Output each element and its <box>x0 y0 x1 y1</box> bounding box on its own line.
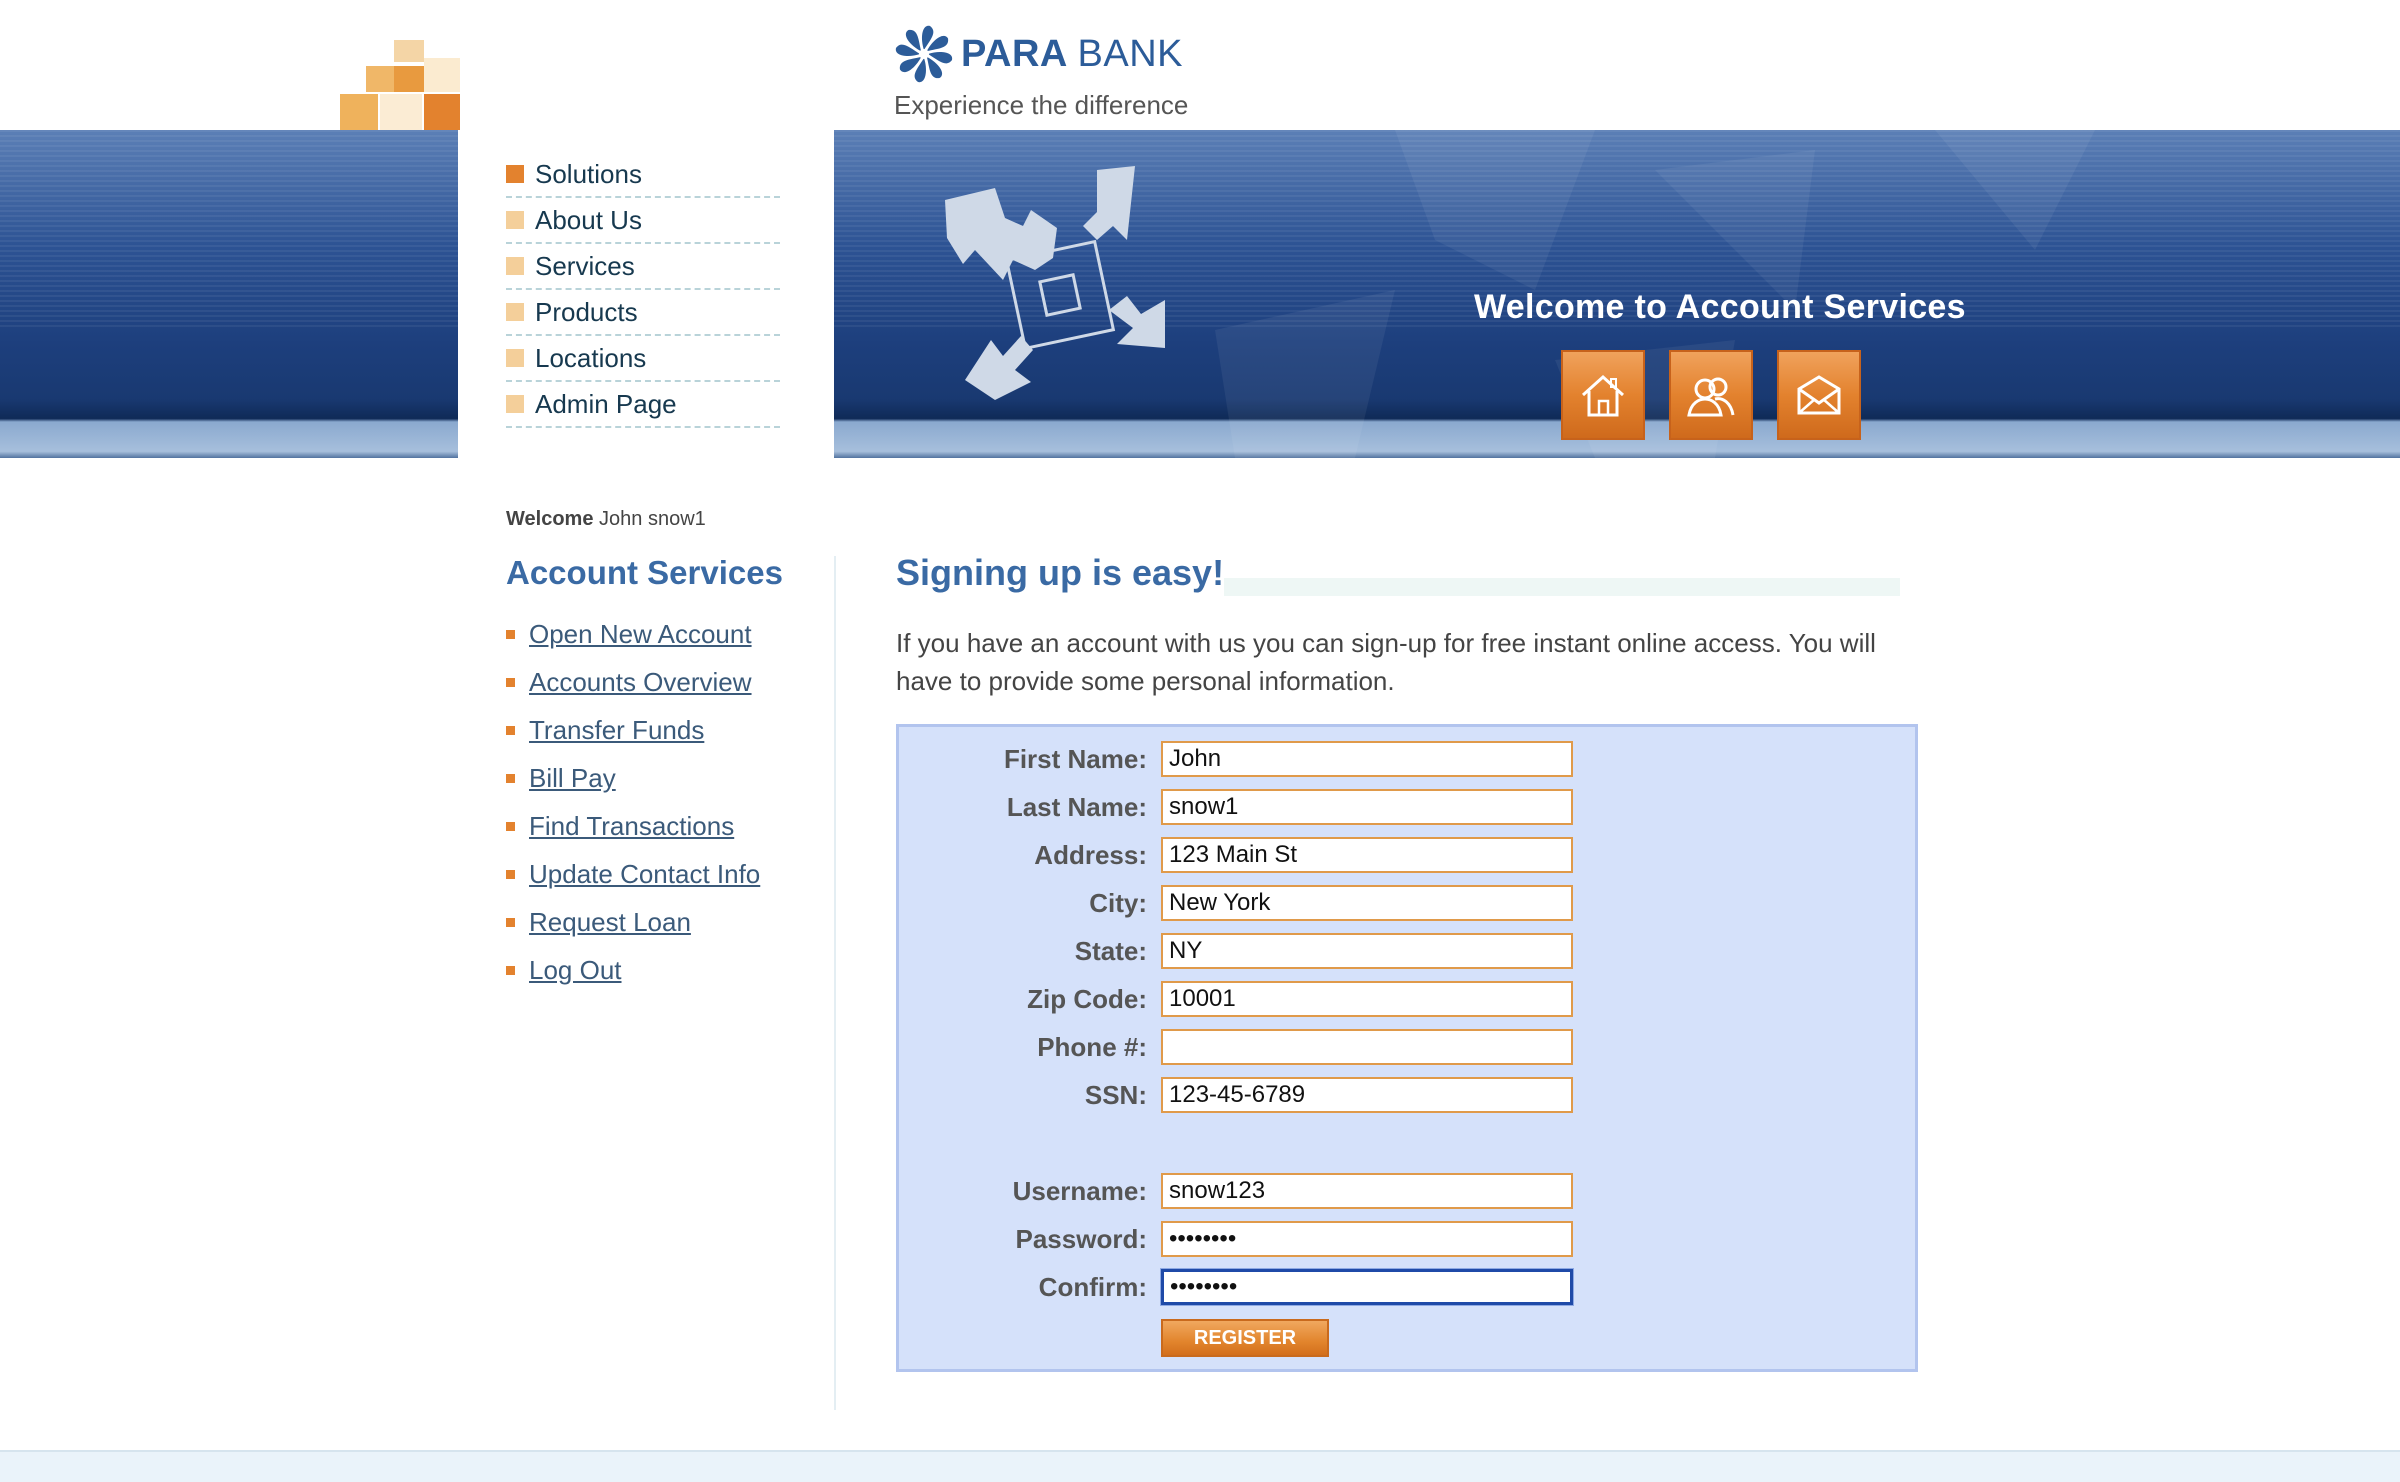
brand-logo[interactable]: PARA BANK <box>893 24 1183 84</box>
menu-bullet-icon <box>506 395 524 413</box>
menu-item-about-us[interactable]: About Us <box>506 198 780 244</box>
welcome-user-name: John snow1 <box>599 508 706 530</box>
address-field[interactable] <box>1161 837 1573 873</box>
column-divider <box>834 556 836 1410</box>
menu-item-admin-page[interactable]: Admin Page <box>506 382 780 428</box>
account-services-title: Account Services <box>506 554 783 591</box>
phone-field[interactable] <box>1161 1029 1573 1065</box>
menu-bullet-icon <box>506 303 524 321</box>
password-label: Password: <box>1015 1224 1148 1254</box>
last-name-label: Last Name: <box>1006 792 1147 822</box>
list-item: Request Loan <box>506 898 760 946</box>
username-row: Username: <box>899 1173 1915 1209</box>
menu-item-locations[interactable]: Locations <box>506 336 780 382</box>
footer <box>0 1450 2400 1482</box>
city-label: City: <box>1089 888 1147 918</box>
state-row: State: <box>899 933 1915 969</box>
first-name-row: First Name: <box>899 741 1915 777</box>
bullet-icon <box>506 725 515 735</box>
state-label: State: <box>1074 936 1147 966</box>
password-field[interactable] <box>1161 1221 1573 1257</box>
bullet-icon <box>506 821 515 831</box>
bullet-icon <box>506 677 515 687</box>
first-name-field[interactable] <box>1161 741 1573 777</box>
username-field[interactable] <box>1161 1173 1573 1209</box>
page-title: Signing up is easy! <box>896 552 1225 593</box>
list-item: Accounts Overview <box>506 658 760 706</box>
ssn-row: SSN: <box>899 1077 1915 1113</box>
flower-logo-icon <box>895 25 953 83</box>
first-name-label: First Name: <box>1003 744 1147 774</box>
city-field[interactable] <box>1161 885 1573 921</box>
mail-icon <box>1797 375 1841 415</box>
zip-code-row: Zip Code: <box>899 981 1915 1017</box>
registration-form: First Name: Last Name: Address: City: St… <box>896 724 1918 1372</box>
home-icon <box>1581 374 1625 417</box>
bullet-icon <box>506 917 515 927</box>
bill-pay-link[interactable]: Bill Pay <box>529 763 616 794</box>
bullet-icon <box>506 773 515 783</box>
top-menu: Solutions About Us Services Products Loc… <box>506 152 780 428</box>
contact-icon <box>1687 377 1735 417</box>
accounts-overview-link[interactable]: Accounts Overview <box>529 667 752 698</box>
state-field[interactable] <box>1161 933 1573 969</box>
home-button[interactable] <box>1561 350 1645 440</box>
intro-text: If you have an account with us you can s… <box>896 628 1876 696</box>
list-item: Log Out <box>506 946 760 994</box>
parabank-blocks-logo[interactable] <box>340 38 460 130</box>
menu-item-services[interactable]: Services <box>506 244 780 290</box>
transfer-funds-link[interactable]: Transfer Funds <box>529 715 704 746</box>
request-loan-link[interactable]: Request Loan <box>529 907 691 938</box>
menu-bullet-icon <box>506 257 524 275</box>
username-label: Username: <box>1012 1176 1147 1206</box>
find-transactions-link[interactable]: Find Transactions <box>529 811 734 842</box>
header: PARA BANK Experience the difference <box>0 0 2400 130</box>
register-button[interactable]: REGISTER <box>1161 1319 1329 1357</box>
menu-item-solutions[interactable]: Solutions <box>506 152 780 198</box>
confirm-row: Confirm: <box>899 1269 1915 1305</box>
confirm-password-field[interactable] <box>1161 1269 1573 1305</box>
update-contact-info-link[interactable]: Update Contact Info <box>529 859 760 890</box>
list-item: Transfer Funds <box>506 706 760 754</box>
password-row: Password: <box>899 1221 1915 1257</box>
bullet-icon <box>506 869 515 879</box>
menu-bullet-icon <box>506 349 524 367</box>
zip-code-field[interactable] <box>1161 981 1573 1017</box>
address-row: Address: <box>899 837 1915 873</box>
confirm-label: Confirm: <box>1038 1272 1147 1302</box>
menu-bullet-icon <box>506 211 524 229</box>
list-item: Find Transactions <box>506 802 760 850</box>
phone-row: Phone #: <box>899 1029 1915 1065</box>
phone-label: Phone #: <box>1037 1032 1147 1062</box>
ssn-field[interactable] <box>1161 1077 1573 1113</box>
list-item: Open New Account <box>506 610 760 658</box>
open-new-account-link[interactable]: Open New Account <box>529 619 752 650</box>
ssn-label: SSN: <box>1084 1080 1147 1110</box>
brand-name: PARA BANK <box>961 32 1183 75</box>
about-button[interactable] <box>1669 350 1753 440</box>
last-name-row: Last Name: <box>899 789 1915 825</box>
city-row: City: <box>899 885 1915 921</box>
banner-title: Welcome to Account Services <box>1474 288 1966 326</box>
account-services-list: Open New Account Accounts Overview Trans… <box>506 610 760 994</box>
zip-code-label: Zip Code: <box>1027 984 1147 1014</box>
tagline: Experience the difference <box>894 90 1189 120</box>
last-name-field[interactable] <box>1161 789 1573 825</box>
log-out-link[interactable]: Log Out <box>529 955 622 986</box>
bullet-icon <box>506 965 515 975</box>
menu-bullet-icon <box>506 165 524 183</box>
bullet-icon <box>506 629 515 639</box>
title-underline <box>1224 578 1900 596</box>
address-label: Address: <box>1034 840 1147 870</box>
list-item: Bill Pay <box>506 754 760 802</box>
contact-button[interactable] <box>1777 350 1861 440</box>
welcome-message: Welcome John snow1 <box>506 508 706 531</box>
menu-item-products[interactable]: Products <box>506 290 780 336</box>
list-item: Update Contact Info <box>506 850 760 898</box>
welcome-label: Welcome <box>506 508 594 530</box>
